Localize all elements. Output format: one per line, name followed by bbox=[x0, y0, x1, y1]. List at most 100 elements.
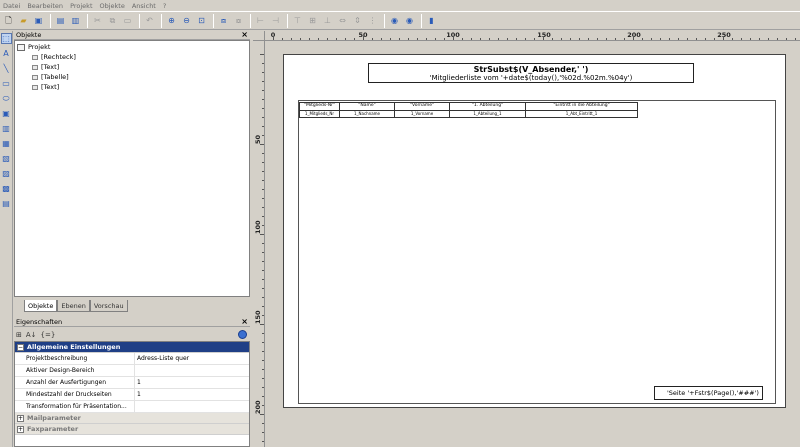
ruler-tick bbox=[336, 38, 337, 40]
print-icon[interactable]: ▤ bbox=[54, 14, 67, 27]
menu-objekte[interactable]: Objekte bbox=[100, 2, 125, 10]
info-icon[interactable]: ▮ bbox=[425, 14, 438, 27]
object-tree: Projekt [Rechteck] [Text] [Tabelle] [Tex… bbox=[14, 40, 250, 297]
close-icon[interactable]: × bbox=[241, 31, 248, 39]
menu-bearbeiten[interactable]: Bearbeiten bbox=[27, 2, 63, 10]
header-text-object[interactable]: StrSubst$(V_Absender,' ') 'Mitgliederlis… bbox=[368, 63, 694, 83]
zoom-fit-icon[interactable]: ⊡ bbox=[195, 14, 208, 27]
save-icon[interactable]: ▣ bbox=[32, 14, 45, 27]
form-tool-icon[interactable]: ▨ bbox=[1, 168, 12, 179]
properties-toolbar: ⊞ A↓ {=} bbox=[14, 328, 250, 341]
open-folder-icon[interactable]: ▰ bbox=[17, 14, 30, 27]
ruler-tick bbox=[498, 38, 499, 40]
ruler-tick bbox=[262, 342, 264, 343]
back-arrow-icon[interactable]: ◉ bbox=[388, 14, 401, 27]
tree-item[interactable]: [Text] bbox=[17, 62, 247, 72]
distribute-icon[interactable]: ⋮ bbox=[366, 14, 379, 27]
new-file-icon[interactable]: 🗋 bbox=[2, 14, 15, 27]
bring-front-icon[interactable]: ⧈ bbox=[217, 14, 230, 27]
ruler-tick bbox=[669, 38, 670, 40]
align-middle-icon[interactable]: ⊞ bbox=[306, 14, 319, 27]
menu-ansicht[interactable]: Ansicht bbox=[132, 2, 156, 10]
image-tool-icon[interactable]: ▣ bbox=[1, 108, 12, 119]
align-right-icon[interactable]: ⊣ bbox=[269, 14, 282, 27]
cut-icon[interactable]: ✂ bbox=[91, 14, 104, 27]
property-row[interactable]: Anzahl der Ausfertigungen 1 bbox=[15, 377, 249, 389]
align-bottom-icon[interactable]: ⊥ bbox=[321, 14, 334, 27]
ruler-tick bbox=[354, 38, 355, 40]
align-left-icon[interactable]: ⊢ bbox=[254, 14, 267, 27]
close-icon[interactable]: × bbox=[241, 318, 248, 326]
send-back-icon[interactable]: ⧇ bbox=[232, 14, 245, 27]
ruler-label: 250 bbox=[717, 31, 731, 39]
tab-ebenen[interactable]: Ebenen bbox=[57, 300, 90, 312]
forward-arrow-icon[interactable]: ◉ bbox=[403, 14, 416, 27]
html-tool-icon[interactable]: ▤ bbox=[1, 198, 12, 209]
categorized-icon[interactable]: ⊞ bbox=[16, 331, 22, 339]
table-column: "1. Abteilung" 1_Abteilung_1 bbox=[449, 102, 526, 118]
ruler-label: 150 bbox=[254, 310, 262, 324]
ruler-tick bbox=[399, 38, 400, 40]
table-object[interactable]: "Mitglieds-Nr" 1_Mitglieds_Nr "Name" 1_N… bbox=[299, 102, 638, 118]
ruler-tick bbox=[260, 324, 264, 325]
category-mail[interactable]: + Mailparameter bbox=[15, 413, 249, 424]
ruler-tick bbox=[327, 38, 328, 40]
ruler-tick bbox=[453, 36, 454, 40]
objects-panel-header: Objekte × bbox=[14, 31, 250, 40]
ruler-tick bbox=[262, 441, 264, 442]
ruler-tick bbox=[262, 180, 264, 181]
expand-icon[interactable]: + bbox=[17, 414, 24, 422]
table-tool-icon[interactable]: ▦ bbox=[1, 138, 12, 149]
ruler-tick bbox=[262, 360, 264, 361]
tab-objekte[interactable]: Objekte bbox=[24, 300, 58, 312]
property-row[interactable]: Transformation für Präsentation... bbox=[15, 401, 249, 413]
same-height-icon[interactable]: ⇕ bbox=[351, 14, 364, 27]
undo-icon[interactable]: ↶ bbox=[143, 14, 156, 27]
formula-icon[interactable]: {=} bbox=[41, 331, 56, 339]
ruler-tick bbox=[262, 72, 264, 73]
expand-icon[interactable]: + bbox=[17, 425, 24, 433]
ruler-tick bbox=[480, 38, 481, 40]
ellipse-tool-icon[interactable]: ⬭ bbox=[1, 93, 12, 104]
sort-alpha-icon[interactable]: A↓ bbox=[26, 331, 37, 339]
tree-item[interactable]: [Rechteck] bbox=[17, 52, 247, 62]
tab-vorschau[interactable]: Vorschau bbox=[89, 300, 128, 312]
text-tool-icon[interactable]: A bbox=[1, 48, 12, 59]
zoom-out-icon[interactable]: ⊖ bbox=[180, 14, 193, 27]
barcode-tool-icon[interactable]: ▥ bbox=[1, 123, 12, 134]
ruler-tick bbox=[561, 38, 562, 40]
collapse-icon[interactable]: − bbox=[17, 343, 24, 351]
properties-panel-header: Eigenschaften × bbox=[14, 318, 250, 327]
footer-text-object[interactable]: 'Seite '+Fstr$(Page(),'###') bbox=[654, 386, 763, 400]
tree-item-root[interactable]: Projekt bbox=[17, 42, 247, 52]
property-row[interactable]: Mindestzahl der Druckseiten 1 bbox=[15, 389, 249, 401]
crosstab-tool-icon[interactable]: ▩ bbox=[1, 183, 12, 194]
menu-help[interactable]: ? bbox=[163, 2, 166, 10]
zoom-in-icon[interactable]: ⊕ bbox=[165, 14, 178, 27]
paste-icon[interactable]: ▭ bbox=[121, 14, 134, 27]
tree-item[interactable]: [Tabelle] bbox=[17, 72, 247, 82]
print-preview-icon[interactable]: ▥ bbox=[69, 14, 82, 27]
rectangle-tool-icon[interactable]: ▭ bbox=[1, 78, 12, 89]
menu-projekt[interactable]: Projekt bbox=[70, 2, 92, 10]
property-row[interactable]: Aktiver Design-Bereich bbox=[15, 365, 249, 377]
ruler-tick bbox=[786, 38, 787, 40]
copy-icon[interactable]: ⧉ bbox=[106, 14, 119, 27]
category-fax[interactable]: + Faxparameter bbox=[15, 424, 249, 435]
property-row[interactable]: Projektbeschreibung Adress-Liste quer bbox=[15, 353, 249, 365]
ruler-tick bbox=[309, 38, 310, 40]
category-general[interactable]: − Allgemeine Einstellungen bbox=[15, 342, 249, 353]
menu-datei[interactable]: Datei bbox=[3, 2, 20, 10]
rectangle-object[interactable] bbox=[298, 100, 776, 404]
align-top-icon[interactable]: ⊤ bbox=[291, 14, 304, 27]
ruler-top: 0 50 100 150 200 250 bbox=[265, 31, 800, 41]
select-tool-icon[interactable]: ⬚ bbox=[0, 33, 12, 44]
ruler-tick bbox=[750, 38, 751, 40]
tree-item[interactable]: [Text] bbox=[17, 82, 247, 92]
line-tool-icon[interactable]: ╲ bbox=[1, 63, 12, 74]
ruler-tick bbox=[262, 252, 264, 253]
same-width-icon[interactable]: ⇔ bbox=[336, 14, 349, 27]
ruler-tick bbox=[318, 38, 319, 40]
globe-icon[interactable] bbox=[238, 330, 247, 339]
chart-tool-icon[interactable]: ▧ bbox=[1, 153, 12, 164]
